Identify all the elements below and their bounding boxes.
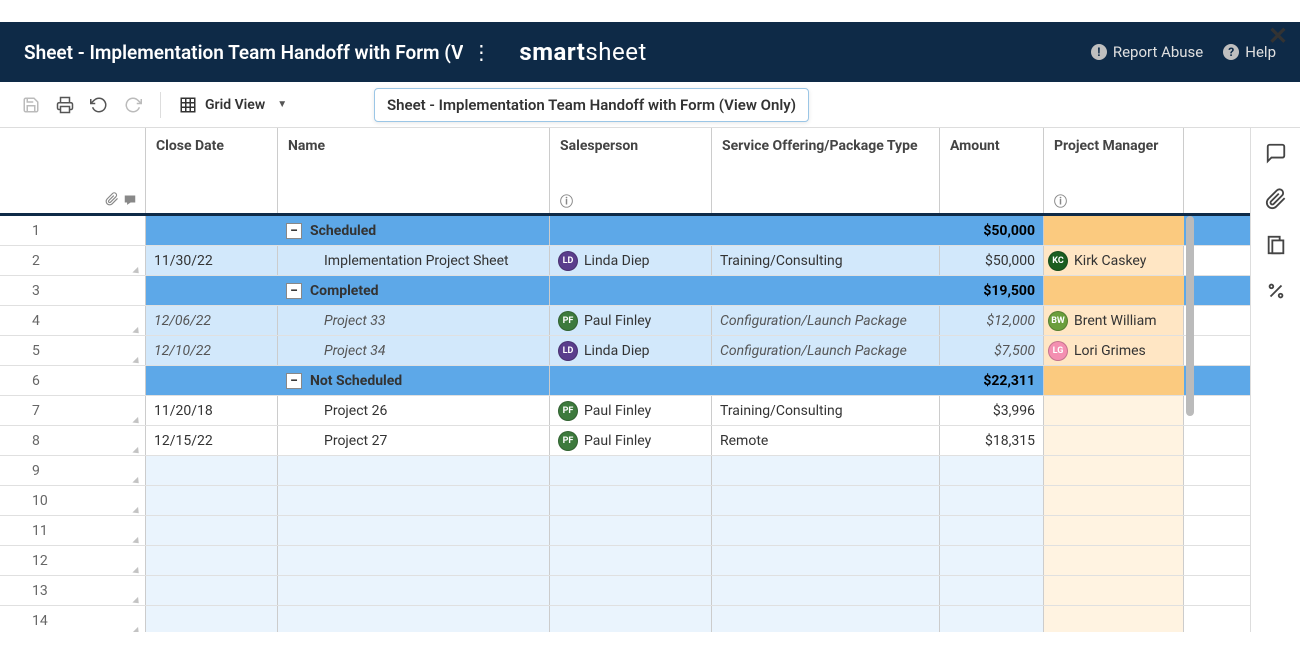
proofs-icon[interactable] xyxy=(1265,234,1287,256)
toolbar: Grid View ▼ Sheet - Implementation Team … xyxy=(0,82,1300,128)
table-row[interactable]: 13 xyxy=(0,576,1250,606)
avatar: BW xyxy=(1048,311,1068,331)
col-service[interactable]: Service Offering/Package Type xyxy=(712,128,940,213)
conversations-icon[interactable] xyxy=(1265,142,1287,164)
grid-view-label: Grid View xyxy=(205,97,265,113)
col-close-date[interactable]: Close Date xyxy=(146,128,278,213)
col-name[interactable]: Name xyxy=(278,128,550,213)
rownum[interactable]: 12 xyxy=(0,546,146,575)
rownum[interactable]: 4 xyxy=(0,306,146,335)
grid: Close Date Name Salespersonⓘ Service Off… xyxy=(0,128,1250,632)
group-row-completed[interactable]: 3 −Completed $19,500 xyxy=(0,276,1250,306)
attachments-icon[interactable] xyxy=(1265,188,1287,210)
redo-button xyxy=(116,88,150,122)
rownum[interactable]: 9 xyxy=(0,456,146,485)
rownum[interactable]: 5 xyxy=(0,336,146,365)
grid-view-button[interactable]: Grid View xyxy=(171,90,273,120)
table-row[interactable]: 8 12/15/22 Project 27 PFPaul Finley Remo… xyxy=(0,426,1250,456)
table-row[interactable]: 4 12/06/22 Project 33 PFPaul Finley Conf… xyxy=(0,306,1250,336)
brand-logo: smartsheet xyxy=(519,38,646,66)
avatar: PF xyxy=(558,431,578,451)
alert-icon: ! xyxy=(1091,44,1107,60)
vertical-scrollbar[interactable] xyxy=(1186,216,1194,416)
title-more-icon[interactable]: ⋮ xyxy=(471,40,491,64)
column-headers: Close Date Name Salespersonⓘ Service Off… xyxy=(0,128,1250,216)
rownum[interactable]: 7 xyxy=(0,396,146,425)
avatar: LD xyxy=(558,341,578,361)
avatar: LG xyxy=(1048,341,1068,361)
report-abuse-link[interactable]: ! Report Abuse xyxy=(1091,43,1203,61)
right-rail xyxy=(1250,128,1300,632)
collapse-icon[interactable]: − xyxy=(286,283,302,299)
rownum[interactable]: 8 xyxy=(0,426,146,455)
undo-button[interactable] xyxy=(82,88,116,122)
save-button xyxy=(14,88,48,122)
col-project-manager[interactable]: Project Managerⓘ xyxy=(1044,128,1184,213)
table-row[interactable]: 10 xyxy=(0,486,1250,516)
table-row[interactable]: 9 xyxy=(0,456,1250,486)
collapse-icon[interactable]: − xyxy=(286,223,302,239)
separator xyxy=(160,92,161,118)
col-salesperson[interactable]: Salespersonⓘ xyxy=(550,128,712,213)
avatar: LD xyxy=(558,251,578,271)
avatar: KC xyxy=(1048,251,1068,271)
table-row[interactable]: 5 12/10/22 Project 34 LDLinda Diep Confi… xyxy=(0,336,1250,366)
help-icon: ? xyxy=(1223,44,1239,60)
brandfolder-icon[interactable] xyxy=(1265,280,1287,302)
rownum[interactable]: 6 xyxy=(0,366,146,395)
table-row[interactable]: 2 11/30/22 Implementation Project Sheet … xyxy=(0,246,1250,276)
comment-icon[interactable] xyxy=(123,192,137,206)
table-row[interactable]: 11 xyxy=(0,516,1250,546)
rownum[interactable]: 10 xyxy=(0,486,146,515)
view-dropdown-icon[interactable]: ▼ xyxy=(277,99,287,110)
close-icon[interactable]: ✕ xyxy=(1268,22,1288,50)
rownum[interactable]: 2 xyxy=(0,246,146,275)
avatar: PF xyxy=(558,401,578,421)
rownum[interactable]: 13 xyxy=(0,576,146,605)
sheet-title-tooltip: Sheet - Implementation Team Handoff with… xyxy=(374,88,809,122)
avatar: PF xyxy=(558,311,578,331)
attachment-icon[interactable] xyxy=(105,192,119,206)
grid-rows: 1 −Scheduled $50,000 2 11/30/22 Implemen… xyxy=(0,216,1250,632)
table-row[interactable]: 7 11/20/18 Project 26 PFPaul Finley Trai… xyxy=(0,396,1250,426)
rownum-header xyxy=(0,128,146,213)
collapse-icon[interactable]: − xyxy=(286,373,302,389)
table-row[interactable]: 12 xyxy=(0,546,1250,576)
col-amount[interactable]: Amount xyxy=(940,128,1044,213)
group-row-scheduled[interactable]: 1 −Scheduled $50,000 xyxy=(0,216,1250,246)
print-button[interactable] xyxy=(48,88,82,122)
rownum[interactable]: 3 xyxy=(0,276,146,305)
rownum[interactable]: 11 xyxy=(0,516,146,545)
sheet-title: Sheet - Implementation Team Handoff with… xyxy=(24,41,463,64)
group-row-not-scheduled[interactable]: 6 −Not Scheduled $22,311 xyxy=(0,366,1250,396)
rownum[interactable]: 1 xyxy=(0,216,146,245)
table-row[interactable]: 14 xyxy=(0,606,1250,632)
rownum[interactable]: 14 xyxy=(0,606,146,632)
app-header: Sheet - Implementation Team Handoff with… xyxy=(0,22,1300,82)
